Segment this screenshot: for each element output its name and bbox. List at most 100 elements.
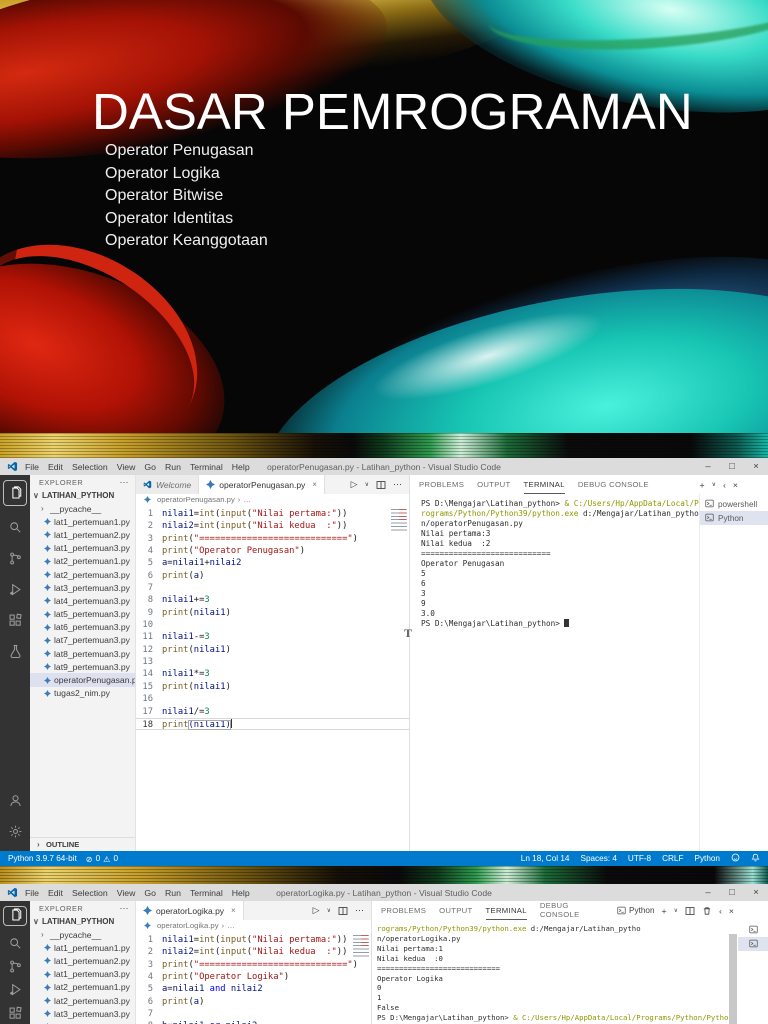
search-icon[interactable] [4, 932, 26, 955]
run-button[interactable]: ▷ [351, 479, 358, 490]
new-terminal-button[interactable]: + [700, 480, 705, 490]
tree-root-folder[interactable]: ∨ LATIHAN_PYTHON [30, 489, 135, 502]
minimize-button[interactable]: – [696, 884, 720, 901]
terminal-item-Python[interactable]: Python [700, 511, 768, 525]
file-tugas2_nim.py[interactable]: tugas2_nim.py [30, 687, 135, 700]
status-spaces-4[interactable]: Spaces: 4 [580, 854, 616, 863]
panel-tab-debug-console[interactable]: DEBUG CONSOLE [540, 901, 604, 920]
kill-terminal-icon[interactable] [702, 906, 712, 916]
panel-close-icon[interactable]: × [729, 906, 734, 916]
terminal-item-1[interactable] [738, 923, 768, 937]
run-button[interactable]: ▷ [313, 905, 320, 916]
feedback-smiley-icon[interactable] [731, 853, 740, 864]
more-actions-icon[interactable]: ⋯ [355, 905, 364, 916]
maximize-button[interactable]: □ [720, 884, 744, 901]
panel-collapse-icon[interactable]: ‹ [719, 906, 722, 916]
explorer-more-icon[interactable]: ⋯ [120, 903, 130, 914]
menu-terminal[interactable]: Terminal [190, 888, 223, 898]
file-lat6_pertemuan3.py[interactable]: lat6_pertemuan3.py [30, 621, 135, 634]
close-tab-icon[interactable]: × [231, 906, 236, 915]
status-ln-18-col-14[interactable]: Ln 18, Col 14 [521, 854, 570, 863]
menu-edit[interactable]: Edit [48, 462, 63, 472]
file-lat2_pertemuan3.py[interactable]: lat2_pertemuan3.py [30, 994, 135, 1007]
outline-section[interactable]: › OUTLINE [30, 837, 135, 851]
minimap[interactable] [391, 509, 407, 533]
code-editor[interactable]: 1nilai1=int(input("Nilai pertama:"))2nil… [136, 931, 371, 1024]
tab-operatorPenugasan[interactable]: operatorPenugasan.py × [199, 475, 325, 494]
minimize-button[interactable]: – [696, 458, 720, 475]
panel-tab-terminal[interactable]: TERMINAL [524, 475, 565, 494]
problems-status[interactable]: ⊘ 0 ⚠ 0 [86, 854, 118, 864]
search-icon[interactable] [4, 512, 26, 543]
terminal-scrollbar[interactable] [728, 920, 738, 1024]
menu-help[interactable]: Help [232, 462, 250, 472]
maximize-button[interactable]: □ [720, 458, 744, 475]
gear-icon[interactable] [4, 816, 26, 847]
split-editor-icon[interactable] [376, 480, 386, 490]
breadcrumb[interactable]: operatorLogika.py › … [136, 920, 371, 931]
file-lat1_pertemuan3.py[interactable]: lat1_pertemuan3.py [30, 542, 135, 555]
terminal-dropdown-icon[interactable]: ∨ [712, 481, 716, 488]
panel-tab-terminal[interactable]: TERMINAL [486, 901, 527, 920]
run-debug-icon[interactable] [4, 574, 26, 605]
file-lat4_pertemuan3.py[interactable]: lat4_pertemuan3.py [30, 594, 135, 607]
status-crlf[interactable]: CRLF [662, 854, 683, 863]
status-utf-8[interactable]: UTF-8 [628, 854, 651, 863]
file-lat1_pertemuan2.py[interactable]: lat1_pertemuan2.py [30, 954, 135, 967]
menu-selection[interactable]: Selection [72, 462, 108, 472]
menu-go[interactable]: Go [144, 462, 156, 472]
source-control-icon[interactable] [4, 955, 26, 978]
menu-terminal[interactable]: Terminal [190, 462, 223, 472]
file-lat4_pertemuan3.py[interactable]: lat4_pertemuan3.py [30, 1020, 135, 1024]
menu-edit[interactable]: Edit [48, 888, 63, 898]
panel-tab-problems[interactable]: PROBLEMS [419, 475, 464, 494]
menu-file[interactable]: File [25, 462, 39, 472]
menu-run[interactable]: Run [165, 462, 181, 472]
new-terminal-button[interactable]: + [662, 906, 667, 916]
code-editor[interactable]: 1nilai1=int(input("Nilai pertama:"))2nil… [136, 505, 409, 851]
explorer-icon[interactable] [3, 906, 27, 926]
source-control-icon[interactable] [4, 543, 26, 574]
explorer-icon[interactable] [3, 480, 27, 506]
split-editor-icon[interactable] [338, 906, 348, 916]
tree-folder-pycache[interactable]: › __pycache__ [30, 502, 135, 515]
menu-selection[interactable]: Selection [72, 888, 108, 898]
panel-tab-problems[interactable]: PROBLEMS [381, 901, 426, 920]
close-button[interactable]: × [744, 884, 768, 901]
tab-operatorLogika[interactable]: operatorLogika.py × [136, 901, 244, 920]
run-debug-icon[interactable] [4, 978, 26, 1001]
terminal-output[interactable]: PS D:\Mengajar\Latihan_python> & C:/User… [410, 494, 699, 851]
menu-view[interactable]: View [117, 462, 136, 472]
file-operatorPenugasan.py[interactable]: operatorPenugasan.py [30, 673, 135, 686]
file-lat5_pertemuan3.py[interactable]: lat5_pertemuan3.py [30, 608, 135, 621]
menu-help[interactable]: Help [232, 888, 250, 898]
menu-view[interactable]: View [117, 888, 136, 898]
file-lat1_pertemuan1.py[interactable]: lat1_pertemuan1.py [30, 941, 135, 954]
tab-welcome[interactable]: Welcome [136, 475, 199, 494]
tree-folder-pycache[interactable]: › __pycache__ [30, 928, 135, 941]
file-lat2_pertemuan1.py[interactable]: lat2_pertemuan1.py [30, 981, 135, 994]
file-lat2_pertemuan3.py[interactable]: lat2_pertemuan3.py [30, 568, 135, 581]
panel-tab-output[interactable]: OUTPUT [439, 901, 472, 920]
file-lat1_pertemuan2.py[interactable]: lat1_pertemuan2.py [30, 528, 135, 541]
file-lat7_pertemuan3.py[interactable]: lat7_pertemuan3.py [30, 634, 135, 647]
extensions-icon[interactable] [4, 605, 26, 636]
file-lat1_pertemuan1.py[interactable]: lat1_pertemuan1.py [30, 515, 135, 528]
file-lat9_pertemuan3.py[interactable]: lat9_pertemuan3.py [30, 660, 135, 673]
terminal-shell-selector[interactable]: Python [617, 906, 655, 915]
explorer-more-icon[interactable]: ⋯ [120, 477, 130, 488]
panel-tab-debug-console[interactable]: DEBUG CONSOLE [578, 475, 649, 494]
status-python[interactable]: Python [695, 854, 721, 863]
panel-collapse-icon[interactable]: ‹ [723, 480, 726, 490]
minimap[interactable] [353, 935, 369, 959]
terminal-dropdown-icon[interactable]: ∨ [674, 907, 678, 914]
terminal-output[interactable]: rograms/Python/Python39/python.exe d:/Me… [372, 920, 728, 1024]
notifications-bell-icon[interactable] [751, 853, 760, 864]
account-icon[interactable] [4, 785, 26, 816]
run-dropdown-icon[interactable]: ∨ [327, 907, 331, 914]
tree-root-folder[interactable]: ∨ LATIHAN_PYTHON [30, 915, 135, 928]
breadcrumb[interactable]: operatorPenugasan.py › … [136, 494, 409, 505]
file-lat3_pertemuan3.py[interactable]: lat3_pertemuan3.py [30, 1007, 135, 1020]
file-lat2_pertemuan1.py[interactable]: lat2_pertemuan1.py [30, 555, 135, 568]
panel-close-icon[interactable]: × [733, 480, 738, 490]
